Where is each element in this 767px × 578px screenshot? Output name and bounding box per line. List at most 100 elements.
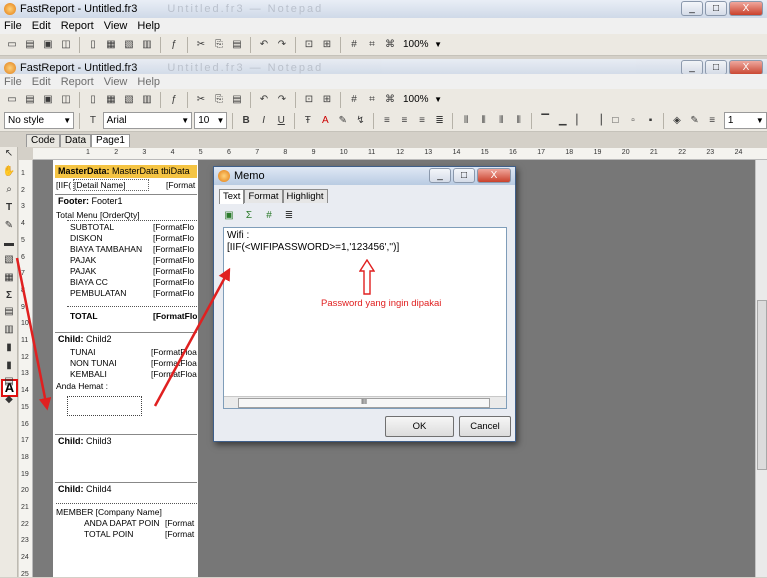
tab-highlight[interactable]: Highlight [282, 189, 328, 203]
delete-page-icon[interactable]: ▧ [121, 92, 137, 108]
delete-page-icon[interactable]: ▧ [121, 37, 137, 53]
label-biaya-cc[interactable]: BIAYA CC [70, 277, 108, 287]
grid-icon[interactable]: # [346, 37, 362, 53]
label-biaya-tambahan[interactable]: BIAYA TAMBAHAN [70, 244, 142, 254]
chart-tool-icon[interactable]: ▮ [2, 341, 16, 355]
value-total-poin[interactable]: [Format [165, 529, 197, 539]
picture-tool-icon[interactable]: ▧ [2, 253, 16, 267]
value-tunai[interactable]: [FormatFloa [151, 347, 197, 357]
new-page-icon[interactable]: ▯ [85, 92, 101, 108]
valign-icon[interactable]: ⫴ [511, 113, 527, 129]
maximize-button-2[interactable]: □ [705, 60, 727, 75]
masterdata-band-header[interactable]: MasterData: MasterData tbiData [55, 165, 197, 178]
align-center-icon[interactable]: ≡ [397, 113, 413, 129]
frame-all-icon[interactable]: □ [608, 113, 624, 129]
select-tool-icon[interactable]: ↖ [2, 147, 16, 161]
new-dialog-icon[interactable]: ▦ [103, 92, 119, 108]
page-settings-icon[interactable]: ▥ [139, 37, 155, 53]
undo-icon[interactable]: ↶ [256, 37, 272, 53]
dialog-minimize-button[interactable]: _ [429, 168, 451, 183]
frame-shadow-icon[interactable]: ▪ [643, 113, 659, 129]
insert-aggregate-icon[interactable]: Σ [241, 207, 257, 223]
style-select[interactable]: No style ▼ [4, 112, 75, 129]
group-icon[interactable]: ⊡ [301, 37, 317, 53]
new-icon[interactable]: ▭ [4, 37, 20, 53]
menu-help[interactable]: Help [137, 20, 160, 32]
editor-horizontal-scrollbar[interactable]: III [224, 396, 506, 408]
value-pembulatan[interactable]: [FormatFlo [153, 288, 197, 298]
frame-style-icon[interactable]: ≡ [704, 113, 720, 129]
label-diskon[interactable]: DISKON [70, 233, 103, 243]
value-pajak-2[interactable]: [FormatFlo [153, 266, 197, 276]
grid-icon[interactable]: # [346, 92, 362, 108]
maximize-button[interactable]: □ [705, 1, 727, 16]
page-settings-icon[interactable]: ▥ [139, 92, 155, 108]
close-button-2[interactable]: X [729, 60, 763, 75]
label-tunai[interactable]: TUNAI [70, 347, 96, 357]
copy-icon[interactable]: ⎘ [211, 92, 227, 108]
bold-button[interactable]: B [238, 113, 254, 129]
selected-memo-frame[interactable] [67, 396, 142, 416]
menu-file[interactable]: File [4, 20, 22, 32]
menu-report-2[interactable]: Report [61, 76, 94, 88]
menu-file-2[interactable]: File [4, 76, 22, 88]
memo-text-editor[interactable]: Wifi : [IIF(<WIFIPASSWORD>=1,'123456',''… [223, 227, 507, 409]
fit-grid-icon[interactable]: ⌘ [382, 37, 398, 53]
label-pajak-2[interactable]: PAJAK [70, 266, 96, 276]
zoom-select[interactable]: 100% ▼ [400, 36, 444, 53]
save-icon[interactable]: ▣ [40, 37, 56, 53]
new-page-icon[interactable]: ▯ [85, 37, 101, 53]
child4-band-header[interactable]: Child: Child4 [55, 482, 197, 495]
tab-format[interactable]: Format [244, 189, 283, 203]
subreport-tool-icon[interactable]: ▦ [2, 271, 16, 285]
value-anda-dapat-poin[interactable]: [Format [165, 518, 197, 528]
font-settings-icon[interactable]: Ŧ [300, 113, 316, 129]
copy-icon[interactable]: ⎘ [211, 37, 227, 53]
frame-top-icon[interactable]: ▔ [537, 113, 553, 129]
close-button[interactable]: X [729, 1, 763, 16]
menu-help-2[interactable]: Help [137, 76, 160, 88]
crosstab-tool-icon[interactable]: ▥ [2, 323, 16, 337]
new-icon[interactable]: ▭ [4, 92, 20, 108]
function-icon[interactable]: ƒ [166, 92, 182, 108]
paste-icon[interactable]: ▤ [229, 92, 245, 108]
value-total[interactable]: [FormatFlo [153, 311, 197, 321]
ungroup-icon[interactable]: ⊞ [319, 92, 335, 108]
label-non-tunai[interactable]: NON TUNAI [70, 358, 117, 368]
value-biaya-tambahan[interactable]: [FormatFlo [153, 244, 197, 254]
rotate-text-icon[interactable]: ↯ [353, 113, 369, 129]
redo-icon[interactable]: ↷ [274, 92, 290, 108]
value-pajak[interactable]: [FormatFlo [153, 255, 197, 265]
menu-edit[interactable]: Edit [32, 20, 51, 32]
tab-text[interactable]: Text [219, 189, 245, 204]
group-icon[interactable]: ⊡ [301, 92, 317, 108]
label-kembali[interactable]: KEMBALI [70, 369, 107, 379]
valign-top-icon[interactable]: ⫴ [458, 113, 474, 129]
valign-bottom-icon[interactable]: ⫴ [493, 113, 509, 129]
frame-none-icon[interactable]: ▫ [625, 113, 641, 129]
format-copy-tool-icon[interactable]: ✎ [2, 219, 16, 233]
insert-format-icon[interactable]: # [261, 207, 277, 223]
frame-bottom-icon[interactable]: ▁ [555, 113, 571, 129]
ok-button[interactable]: OK [385, 416, 454, 437]
value-subtotal[interactable]: [FormatFlo [153, 222, 197, 232]
paste-icon[interactable]: ▤ [229, 37, 245, 53]
preview-icon[interactable]: ◫ [58, 37, 74, 53]
label-subtotal[interactable]: SUBTOTAL [70, 222, 114, 232]
label-anda-hemat[interactable]: Anda Hemat : [56, 381, 108, 391]
value-kembali[interactable]: [FormatFloa [151, 369, 197, 379]
align-justify-icon[interactable]: ≣ [432, 113, 448, 129]
zoom-tool-icon[interactable]: ⌕ [2, 183, 16, 197]
zoom-select-2[interactable]: 100% ▼ [400, 91, 444, 108]
workspace-vertical-scrollbar[interactable] [755, 160, 767, 577]
frame-color-icon[interactable]: ✎ [687, 113, 703, 129]
font-select[interactable]: Arial ▼ [102, 112, 193, 129]
highlight-icon[interactable]: ✎ [335, 113, 351, 129]
child3-band-header[interactable]: Child: Child3 [55, 434, 197, 447]
value-diskon[interactable]: [FormatFlo [153, 233, 197, 243]
shape-tool-icon[interactable]: ◆ [2, 393, 16, 407]
memo-detail-name[interactable]: [Detail Name] [73, 179, 149, 191]
menu-report[interactable]: Report [61, 20, 94, 32]
memo-member[interactable]: MEMBER [Company Name] [56, 507, 162, 517]
label-pajak[interactable]: PAJAK [70, 255, 96, 265]
